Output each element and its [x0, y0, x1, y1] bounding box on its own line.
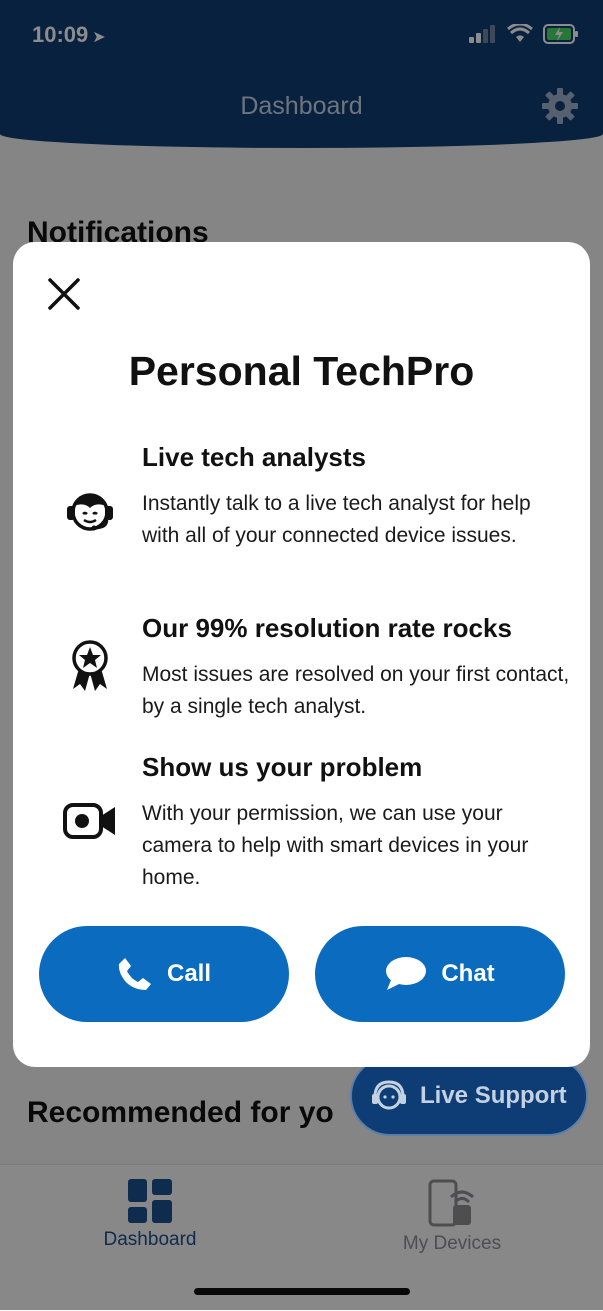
headset-support-icon	[372, 1080, 406, 1110]
chat-button-label: Chat	[441, 960, 495, 987]
headset-agent-icon	[67, 493, 113, 531]
call-button[interactable]: Call	[39, 926, 289, 1022]
feature-heading: Show us your problem	[142, 752, 423, 782]
feature-heading: Live tech analysts	[142, 442, 366, 472]
personal-techpro-modal: Personal TechPro Live tech analysts Inst…	[13, 242, 590, 1067]
close-icon[interactable]	[47, 277, 81, 311]
feature-body: With your permission, we can use your ca…	[142, 802, 529, 889]
call-button-label: Call	[166, 960, 211, 987]
chat-button[interactable]: Chat	[315, 926, 565, 1022]
video-camera-icon	[63, 803, 115, 839]
phone-icon	[118, 958, 151, 990]
feature-heading: Our 99% resolution rate rocks	[142, 613, 512, 643]
feature-body: Most issues are resolved on your first c…	[142, 663, 570, 718]
modal-title: Personal TechPro	[128, 348, 475, 394]
live-support-button[interactable]: Live Support	[350, 1056, 588, 1136]
feature-body: Instantly talk to a live tech analyst fo…	[142, 492, 531, 547]
chat-bubble-icon	[386, 957, 427, 990]
live-support-label: Live Support	[420, 1082, 567, 1109]
award-ribbon-icon	[72, 640, 108, 691]
